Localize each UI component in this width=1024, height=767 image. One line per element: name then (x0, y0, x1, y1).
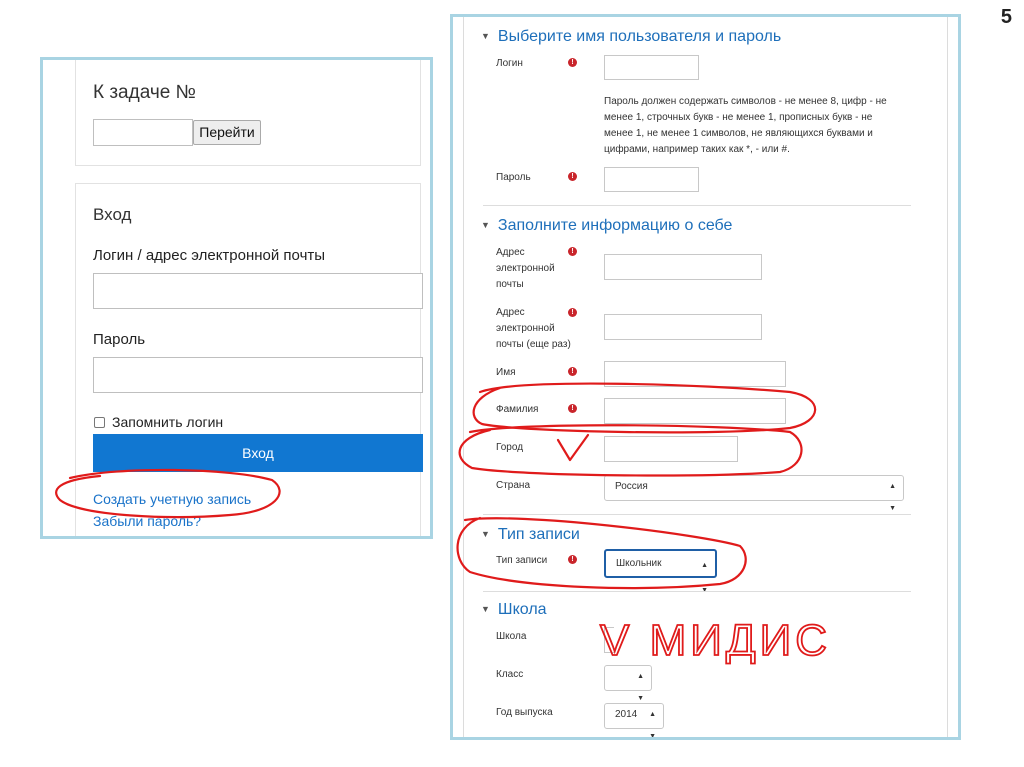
section-divider (483, 591, 911, 592)
account-type-value: Школьник (616, 558, 662, 569)
remember-checkbox[interactable] (94, 417, 105, 428)
login-submit-button[interactable]: Вход (93, 434, 423, 472)
password-label: Пароль (496, 172, 531, 183)
exclamation-circle-icon: ! (568, 555, 577, 564)
section-about-title[interactable]: ▼ Заполните информацию о себе (481, 217, 732, 235)
email-again-label-line-3: почты (еще раз) (496, 339, 571, 350)
section-school-label: Школа (497, 601, 547, 618)
class-select[interactable]: ▲ ▼ (604, 665, 652, 702)
username-input[interactable] (93, 273, 423, 309)
email-label-line-2: электронной (496, 263, 555, 274)
task-number-input[interactable] (93, 119, 193, 146)
password-help-line-3: менее 1, не менее 1 символов, не являющи… (604, 128, 873, 139)
city-label: Город (496, 442, 524, 453)
go-button[interactable]: Перейти (193, 120, 261, 145)
login-input[interactable] (604, 55, 699, 80)
exclamation-circle-icon: ! (568, 308, 577, 317)
exclamation-circle-icon: ! (568, 58, 577, 67)
first-name-input[interactable] (604, 361, 786, 387)
section-about-label: Заполните информацию о себе (497, 217, 733, 234)
slide-number: 5 (1000, 6, 1012, 28)
login-heading: Вход (93, 205, 132, 224)
create-account-link[interactable]: Создать учетную запись (93, 491, 251, 507)
password-help-line-1: Пароль должен содержать символов - не ме… (604, 96, 887, 107)
country-select[interactable]: Россия ▲ ▼ (604, 475, 904, 512)
school-input[interactable] (604, 627, 614, 653)
section-credentials-label: Выберите имя пользователя и пароль (497, 28, 782, 45)
grad-year-select[interactable]: 2014 ▲ ▼ (604, 703, 664, 737)
section-account-type-title[interactable]: ▼ Тип записи (481, 526, 580, 544)
country-label: Страна (496, 480, 531, 491)
updown-arrows-icon: ▲▼ (649, 711, 656, 740)
login-screenshot-panel: К задаче № Перейти Вход Логин / адрес эл… (40, 57, 433, 539)
grad-year-value: 2014 (615, 709, 638, 720)
password-help-line-4: цифрами, например таких как *, - или #. (604, 144, 790, 155)
updown-arrows-icon: ▲▼ (701, 562, 708, 594)
caret-down-icon: ▼ (481, 31, 490, 41)
caret-down-icon: ▼ (481, 529, 490, 539)
login-card: Вход Логин / адрес электронной почты Пар… (75, 183, 423, 536)
password-input[interactable] (604, 167, 699, 192)
section-account-type-label: Тип записи (497, 526, 580, 543)
right-border (947, 17, 948, 737)
account-type-label: Тип записи (496, 555, 548, 566)
grad-year-label: Год выпуска (496, 707, 553, 718)
email-again-input[interactable] (604, 314, 762, 340)
section-credentials-title[interactable]: ▼ Выберите имя пользователя и пароль (481, 28, 781, 46)
remember-label: Запомнить логин (112, 414, 224, 430)
forgot-password-link[interactable]: Забыли пароль? (93, 513, 201, 529)
email-again-label-line-2: электронной (496, 323, 555, 334)
password-label: Пароль (93, 331, 146, 348)
caret-down-icon: ▼ (481, 220, 490, 230)
exclamation-circle-icon: ! (568, 404, 577, 413)
first-name-label: Имя (496, 367, 516, 378)
username-label: Логин / адрес электронной почты (93, 247, 326, 264)
last-name-input[interactable] (604, 398, 786, 424)
email-input[interactable] (604, 254, 762, 280)
last-name-label: Фамилия (496, 404, 539, 415)
exclamation-circle-icon: ! (568, 367, 577, 376)
section-school-title[interactable]: ▼ Школа (481, 601, 547, 619)
exclamation-circle-icon: ! (568, 172, 577, 181)
caret-down-icon: ▼ (481, 604, 490, 614)
email-label-line-1: Адрес (496, 247, 525, 258)
password-help-line-2: менее 1, строчных букв - не менее 1, про… (604, 112, 873, 123)
section-divider (483, 514, 911, 515)
task-heading: К задаче № (93, 82, 196, 103)
section-divider (483, 205, 911, 206)
password-input[interactable] (93, 357, 423, 393)
signup-screenshot-panel: ▼ Выберите имя пользователя и пароль Логи… (450, 14, 961, 740)
country-value: Россия (615, 481, 648, 492)
email-again-label-line-1: Адрес (496, 307, 525, 318)
email-label-line-3: почты (496, 279, 524, 290)
city-input[interactable] (604, 436, 738, 462)
left-border (463, 17, 464, 737)
login-label: Логин (496, 58, 523, 69)
task-card: К задаче № Перейти (75, 60, 421, 166)
class-label: Класс (496, 669, 524, 680)
account-type-select[interactable]: Школьник ▲▼ (604, 549, 717, 594)
school-label: Школа (496, 631, 527, 642)
exclamation-circle-icon: ! (568, 247, 577, 256)
